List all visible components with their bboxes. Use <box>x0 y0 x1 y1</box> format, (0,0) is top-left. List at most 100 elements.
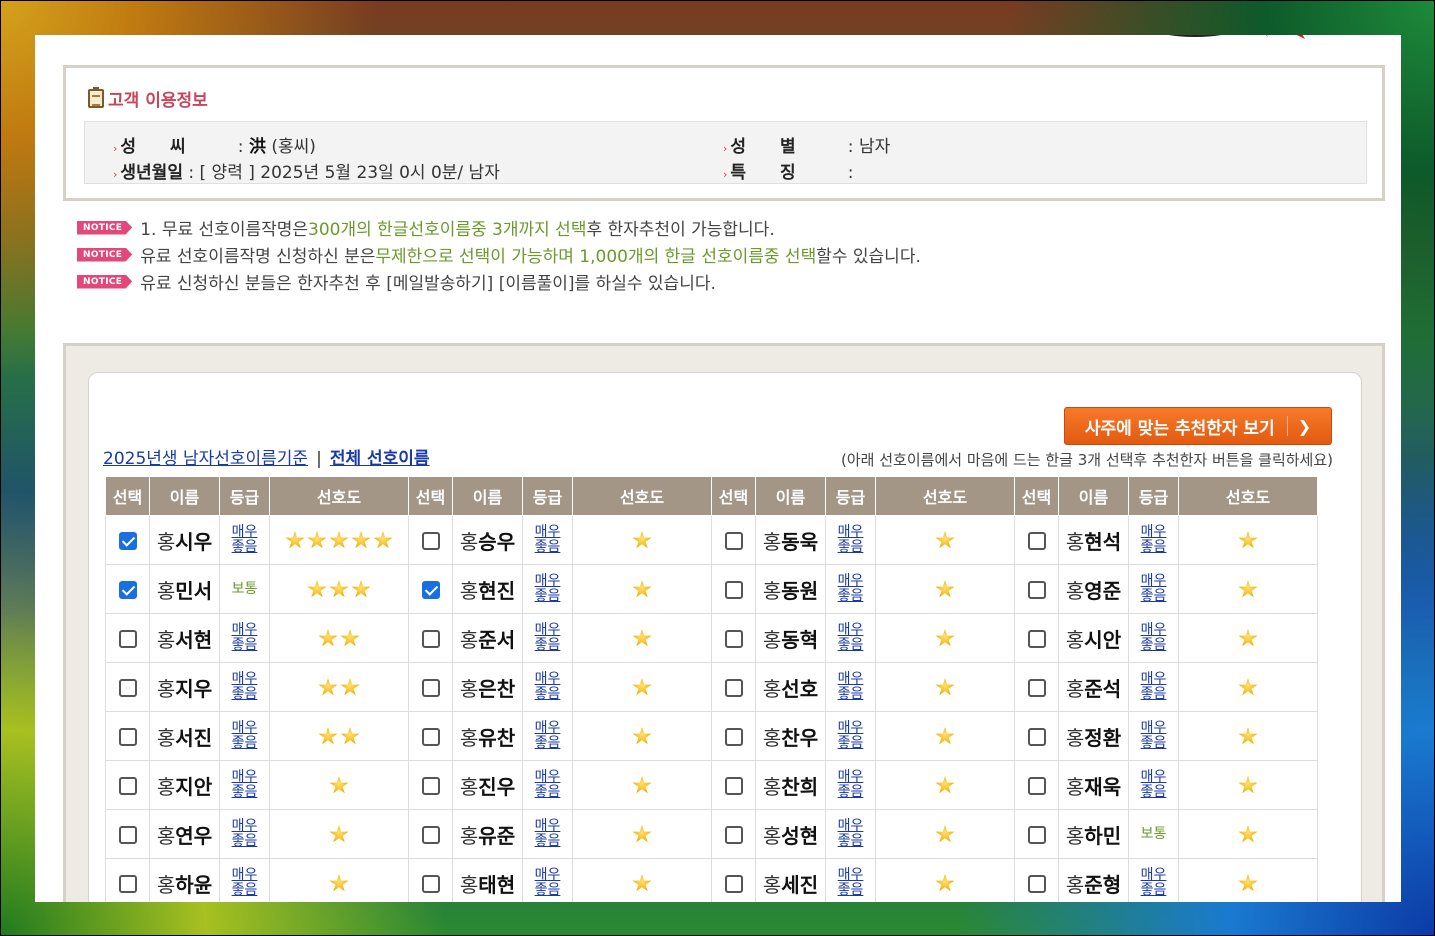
name-checkbox[interactable] <box>1027 727 1046 746</box>
grade-link[interactable]: 매우 좋음 <box>232 671 258 702</box>
grade-link[interactable]: 매우 좋음 <box>1141 671 1167 702</box>
grade-header: 등급 <box>825 476 876 516</box>
grade-link[interactable]: 매우 좋음 <box>232 524 258 555</box>
name-checkbox[interactable] <box>118 727 137 746</box>
grade-link[interactable]: 매우 좋음 <box>838 524 864 555</box>
grade-link[interactable]: 매우 좋음 <box>838 720 864 751</box>
grade-link[interactable]: 매우 좋음 <box>535 818 561 849</box>
name-cell: 홍재욱 <box>1058 760 1129 810</box>
star-icon <box>935 678 955 696</box>
grade-link[interactable]: 매우 좋음 <box>535 867 561 898</box>
grade-link[interactable]: 매우 좋음 <box>838 867 864 898</box>
select-header: 선택 <box>408 476 453 516</box>
grade-link[interactable]: 매우 좋음 <box>232 720 258 751</box>
surname-text: 홍 <box>156 774 176 799</box>
name-checkbox[interactable] <box>1027 629 1046 648</box>
male-2025-names-link[interactable]: 2025년생 남자선호이름기준 <box>103 449 308 469</box>
name-cell: 홍찬우 <box>755 711 826 761</box>
name-checkbox[interactable] <box>118 776 137 795</box>
grade-link[interactable]: 매우 좋음 <box>535 671 561 702</box>
grade-link[interactable]: 매우 좋음 <box>1141 720 1167 751</box>
grade-link[interactable]: 매우 좋음 <box>535 769 561 800</box>
star-icon <box>329 776 349 794</box>
name-checkbox[interactable] <box>118 825 137 844</box>
name-checkbox[interactable] <box>421 531 440 550</box>
name-cell: 홍진우 <box>452 760 523 810</box>
surname-text: 홍 <box>459 529 479 554</box>
name-checkbox[interactable] <box>118 629 137 648</box>
preference-cell <box>269 515 409 565</box>
grade-link[interactable]: 매우 좋음 <box>838 622 864 653</box>
star-icon <box>318 629 338 647</box>
recommend-hanja-button[interactable]: 사주에 맞는 추천한자 보기 ❯ <box>1064 407 1332 445</box>
all-names-link[interactable]: 전체 선호이름 <box>330 449 430 469</box>
grade-link[interactable]: 매우 좋음 <box>232 769 258 800</box>
star-icon <box>1238 678 1258 696</box>
grade-link[interactable]: 매우 좋음 <box>1141 769 1167 800</box>
name-checkbox[interactable] <box>421 629 440 648</box>
name-checkbox[interactable] <box>1027 580 1046 599</box>
grade-link[interactable]: 매우 좋음 <box>1141 622 1167 653</box>
grade-link[interactable]: 매우 좋음 <box>838 769 864 800</box>
name-checkbox[interactable] <box>118 531 137 550</box>
grade-link[interactable]: 매우 좋음 <box>535 573 561 604</box>
name-checkbox[interactable] <box>724 825 743 844</box>
name-checkbox[interactable] <box>724 727 743 746</box>
name-checkbox[interactable] <box>118 580 137 599</box>
grade-link[interactable]: 매우 좋음 <box>1141 867 1167 898</box>
name-checkbox[interactable] <box>724 580 743 599</box>
name-checkbox[interactable] <box>421 776 440 795</box>
bullet-icon: › <box>723 168 728 181</box>
surname-text: 홍 <box>156 578 176 603</box>
star-icon <box>1238 727 1258 745</box>
grade-cell: 매우 좋음 <box>522 711 573 761</box>
preference-cell <box>572 711 712 761</box>
name-checkbox[interactable] <box>724 678 743 697</box>
grade-cell: 매우 좋음 <box>825 515 876 565</box>
preference-cell <box>1178 760 1318 810</box>
name-checkbox[interactable] <box>724 776 743 795</box>
name-checkbox[interactable] <box>724 629 743 648</box>
grade-link[interactable]: 매우 좋음 <box>838 573 864 604</box>
name-checkbox[interactable] <box>1027 776 1046 795</box>
name-checkbox[interactable] <box>421 874 440 893</box>
grade-link[interactable]: 매우 좋음 <box>838 818 864 849</box>
star-icon <box>935 629 955 647</box>
preference-cell <box>875 662 1015 712</box>
grade-link[interactable]: 매우 좋음 <box>1141 573 1167 604</box>
name-checkbox[interactable] <box>421 825 440 844</box>
name-checkbox[interactable] <box>421 678 440 697</box>
surname-text: 홍 <box>762 774 782 799</box>
grade-cell: 매우 좋음 <box>219 858 270 902</box>
name-checkbox[interactable] <box>724 531 743 550</box>
surname-text: 홍 <box>1065 627 1085 652</box>
name-checkbox[interactable] <box>421 727 440 746</box>
grade-link[interactable]: 매우 좋음 <box>535 622 561 653</box>
notice-3-text: 유료 신청하신 분들은 한자추천 후 [메일발송하기] [이름풀이]를 하실수 … <box>140 274 716 294</box>
star-icon <box>935 531 955 549</box>
name-checkbox[interactable] <box>118 874 137 893</box>
name-checkbox[interactable] <box>724 874 743 893</box>
grade-link[interactable]: 매우 좋음 <box>535 720 561 751</box>
select-header: 선택 <box>1014 476 1059 516</box>
surname-text: 홍 <box>459 676 479 701</box>
name-checkbox[interactable] <box>1027 531 1046 550</box>
grade-link[interactable]: 매우 좋음 <box>535 524 561 555</box>
grade-cell: 매우 좋음 <box>219 809 270 859</box>
grade-link[interactable]: 매우 좋음 <box>838 671 864 702</box>
name-checkbox[interactable] <box>421 580 440 599</box>
grade-link[interactable]: 매우 좋음 <box>232 622 258 653</box>
name-checkbox[interactable] <box>1027 678 1046 697</box>
table-row: 홍서현 매우 좋음 홍준서 매우 좋음 홍동혁 매우 좋음 홍시안 매우 좋음 <box>105 613 1318 663</box>
grade-link[interactable]: 매우 좋음 <box>232 867 258 898</box>
star-icon <box>1238 776 1258 794</box>
preference-cell <box>875 564 1015 614</box>
grade-link[interactable]: 매우 좋음 <box>232 818 258 849</box>
preference-header: 선호도 <box>875 476 1015 516</box>
select-cell <box>105 858 150 902</box>
name-checkbox[interactable] <box>1027 874 1046 893</box>
name-checkbox[interactable] <box>118 678 137 697</box>
given-name-text: 유준 <box>478 823 516 848</box>
grade-link[interactable]: 매우 좋음 <box>1141 524 1167 555</box>
name-checkbox[interactable] <box>1027 825 1046 844</box>
